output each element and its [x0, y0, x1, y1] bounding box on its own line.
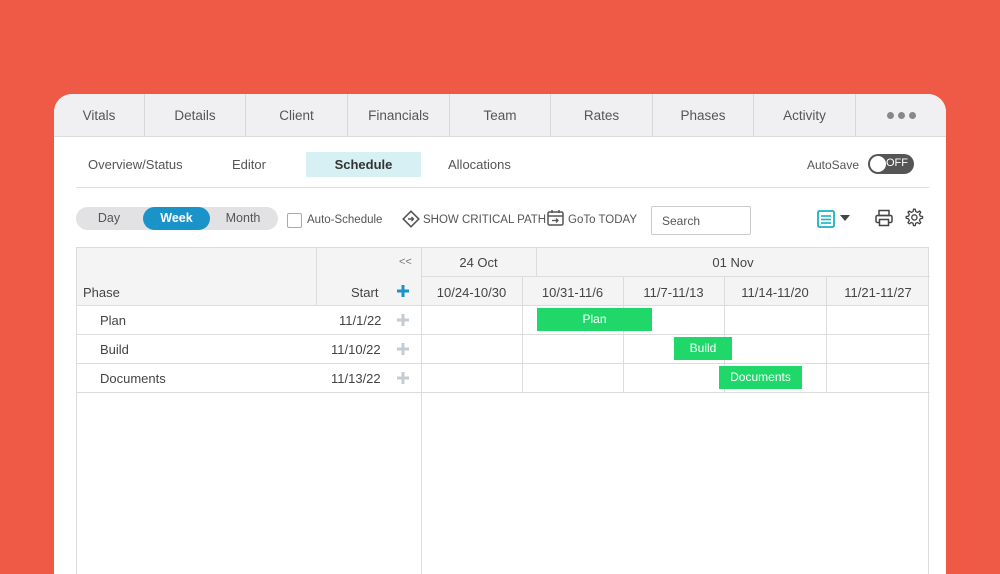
tab-financials[interactable]: Financials: [348, 94, 450, 136]
autosave-label: AutoSave: [806, 158, 859, 172]
autosave-state: OFF: [886, 157, 908, 169]
phase-name[interactable]: Build: [100, 342, 129, 357]
phase-column-header: Phase: [83, 285, 120, 300]
divider: [77, 334, 930, 335]
view-mode-switch: Day Week Month: [76, 207, 278, 230]
search-input[interactable]: [651, 206, 751, 235]
divider: [421, 276, 930, 277]
gear-icon[interactable]: [903, 207, 924, 228]
week-header: 11/7-11/13: [643, 285, 704, 300]
month-header-nov: 01 Nov: [712, 255, 754, 270]
subtab-schedule[interactable]: Schedule: [306, 152, 421, 177]
schedule-toolbar: Day Week Month Auto-Schedule SHOW CRITIC…: [76, 202, 929, 238]
tab-rates[interactable]: Rates: [551, 94, 653, 136]
add-subphase-icon[interactable]: [395, 341, 411, 357]
tab-details[interactable]: Details: [145, 94, 246, 136]
more-dots-icon: [886, 111, 916, 119]
calendar-icon[interactable]: [546, 208, 565, 227]
phase-name[interactable]: Plan: [100, 313, 126, 328]
divider: [77, 392, 930, 393]
gantt-bar-documents[interactable]: Documents: [719, 366, 802, 389]
goto-today-button[interactable]: GoTo TODAY: [568, 214, 637, 226]
view-day-button[interactable]: Day: [76, 207, 142, 230]
gantt-bar-plan[interactable]: Plan: [537, 308, 652, 331]
subtab-overview-status[interactable]: Overview/Status: [88, 152, 183, 177]
divider: [316, 248, 317, 306]
printer-icon[interactable]: [874, 208, 894, 228]
subtab-allocations[interactable]: Allocations: [448, 152, 511, 177]
month-header-oct: 24 Oct: [459, 255, 498, 270]
toggle-knob: [870, 156, 886, 172]
top-tabs: Vitals Details Client Financials Team Ra…: [54, 94, 946, 137]
add-subphase-icon[interactable]: [395, 312, 411, 328]
phase-start-date[interactable]: 11/13/22: [331, 371, 381, 386]
more-menu-button[interactable]: [856, 94, 946, 136]
sub-navigation: Overview/Status Editor Schedule Allocati…: [76, 137, 929, 188]
phase-start-date[interactable]: 11/10/22: [331, 342, 381, 357]
phase-start-date[interactable]: 11/1/22: [339, 313, 381, 328]
autosave-toggle[interactable]: OFF: [868, 154, 914, 174]
subtab-editor[interactable]: Editor: [232, 152, 266, 177]
list-view-icon[interactable]: [816, 209, 836, 229]
week-header: 10/31-11/6: [541, 285, 604, 300]
view-week-button[interactable]: Week: [143, 207, 210, 230]
start-column-header: Start: [351, 285, 379, 300]
collapse-columns-button[interactable]: <<: [399, 256, 412, 268]
tab-phases[interactable]: Phases: [653, 94, 754, 136]
auto-schedule-checkbox[interactable]: [287, 213, 302, 228]
week-header: 11/21-11/27: [844, 285, 912, 300]
phase-name[interactable]: Documents: [100, 371, 166, 386]
add-subphase-icon[interactable]: [395, 370, 411, 386]
gantt-grid: << Phase Start 24 Oct 01 Nov 10/24-10/30…: [76, 247, 930, 574]
chevron-down-icon[interactable]: [840, 214, 850, 222]
week-header: 11/14-11/20: [741, 285, 809, 300]
show-critical-path-button[interactable]: SHOW CRITICAL PATH: [423, 214, 546, 226]
divider: [77, 363, 930, 364]
tab-team[interactable]: Team: [450, 94, 551, 136]
add-phase-icon[interactable]: [395, 283, 411, 299]
critical-path-icon[interactable]: [402, 210, 420, 228]
gantt-bar-build[interactable]: Build: [674, 337, 732, 360]
auto-schedule-label: Auto-Schedule: [307, 214, 383, 226]
project-card: Vitals Details Client Financials Team Ra…: [54, 94, 946, 574]
tab-vitals[interactable]: Vitals: [54, 94, 145, 136]
week-header: 10/24-10/30: [436, 285, 507, 300]
tab-activity[interactable]: Activity: [754, 94, 856, 136]
view-month-button[interactable]: Month: [210, 207, 276, 230]
tab-client[interactable]: Client: [246, 94, 348, 136]
